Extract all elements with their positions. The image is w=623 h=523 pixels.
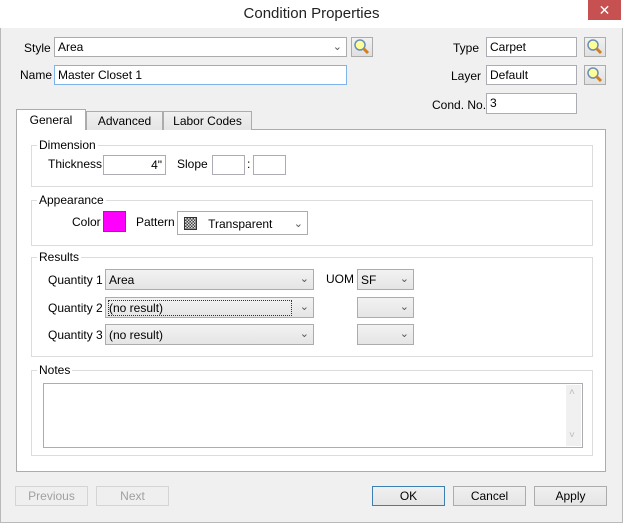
uom-1-select[interactable]: SF ⌄ bbox=[357, 269, 414, 290]
type-input[interactable]: Carpet bbox=[486, 37, 577, 57]
results-legend: Results bbox=[37, 250, 82, 264]
pattern-value: Transparent bbox=[208, 217, 273, 231]
magnifier-icon bbox=[354, 39, 370, 55]
quantity-3-label: Quantity 3 bbox=[48, 328, 103, 342]
style-select[interactable]: Area ⌄ bbox=[54, 37, 347, 57]
type-label: Type bbox=[453, 41, 480, 55]
magnifier-icon bbox=[587, 67, 603, 83]
cancel-button[interactable]: Cancel bbox=[453, 486, 526, 506]
style-search-button[interactable] bbox=[351, 37, 373, 57]
slope-run-input[interactable] bbox=[253, 155, 286, 175]
tab-advanced[interactable]: Advanced bbox=[86, 111, 163, 130]
style-label: Style bbox=[24, 41, 51, 55]
quantity-2-value: (no result) bbox=[108, 300, 292, 316]
uom-3-select[interactable]: ⌄ bbox=[357, 324, 414, 345]
cond-no-label: Cond. No. bbox=[432, 98, 487, 112]
uom-label: UOM bbox=[326, 272, 354, 286]
thickness-input[interactable]: 4" bbox=[103, 155, 166, 175]
chevron-down-icon: ⌄ bbox=[399, 328, 409, 340]
uom-2-select[interactable]: ⌄ bbox=[357, 297, 414, 318]
chevron-down-icon: ⌄ bbox=[299, 273, 309, 285]
chevron-down-icon: ⌄ bbox=[332, 41, 342, 53]
quantity-1-value: Area bbox=[109, 273, 135, 287]
layer-input[interactable]: Default bbox=[486, 65, 577, 85]
quantity-3-value: (no result) bbox=[109, 328, 164, 342]
color-swatch[interactable] bbox=[103, 211, 126, 232]
quantity-2-label: Quantity 2 bbox=[48, 301, 103, 315]
chevron-down-icon: ⌄ bbox=[293, 218, 303, 230]
appearance-legend: Appearance bbox=[37, 193, 106, 207]
style-value: Area bbox=[58, 40, 84, 54]
pattern-select[interactable]: Transparent ⌄ bbox=[177, 211, 308, 235]
color-label: Color bbox=[72, 215, 101, 229]
previous-button[interactable]: Previous bbox=[15, 486, 88, 506]
dimension-legend: Dimension bbox=[37, 138, 98, 152]
notes-textarea[interactable] bbox=[43, 383, 583, 448]
chevron-down-icon: ⌄ bbox=[299, 328, 309, 340]
notes-scrollbar[interactable]: ˄ ˅ bbox=[566, 385, 581, 446]
notes-legend: Notes bbox=[37, 363, 73, 377]
chevron-down-icon: ⌄ bbox=[399, 273, 409, 285]
tab-general[interactable]: General bbox=[16, 109, 86, 130]
quantity-2-select[interactable]: (no result) ⌄ bbox=[105, 297, 314, 318]
thickness-label: Thickness bbox=[48, 157, 103, 171]
layer-label: Layer bbox=[451, 69, 482, 83]
quantity-1-select[interactable]: Area ⌄ bbox=[105, 269, 314, 290]
slope-label: Slope bbox=[177, 157, 208, 171]
chevron-down-icon: ⌄ bbox=[299, 301, 309, 313]
tab-labor-codes[interactable]: Labor Codes bbox=[163, 111, 252, 130]
cond-no-input[interactable]: 3 bbox=[486, 93, 577, 114]
pattern-swatch-icon bbox=[184, 217, 197, 230]
slope-rise-input[interactable] bbox=[212, 155, 245, 175]
dialog-title: Condition Properties bbox=[243, 5, 380, 22]
quantity-3-select[interactable]: (no result) ⌄ bbox=[105, 324, 314, 345]
uom-1-value: SF bbox=[361, 273, 377, 287]
slope-separator: : bbox=[247, 157, 251, 171]
magnifier-icon bbox=[587, 39, 603, 55]
type-search-button[interactable] bbox=[584, 37, 606, 57]
pattern-label: Pattern bbox=[136, 215, 175, 229]
apply-button[interactable]: Apply bbox=[534, 486, 607, 506]
scroll-up-icon[interactable]: ˄ bbox=[569, 387, 575, 398]
chevron-down-icon: ⌄ bbox=[399, 301, 409, 313]
next-button[interactable]: Next bbox=[96, 486, 169, 506]
ok-button[interactable]: OK bbox=[372, 486, 445, 506]
title-bar: Condition Properties ✕ bbox=[0, 0, 623, 28]
quantity-1-label: Quantity 1 bbox=[48, 273, 103, 287]
scroll-down-icon[interactable]: ˅ bbox=[569, 430, 575, 441]
name-label: Name bbox=[20, 68, 53, 82]
name-input[interactable]: Master Closet 1 bbox=[54, 65, 347, 85]
layer-search-button[interactable] bbox=[584, 65, 606, 85]
close-icon[interactable]: ✕ bbox=[588, 0, 621, 20]
